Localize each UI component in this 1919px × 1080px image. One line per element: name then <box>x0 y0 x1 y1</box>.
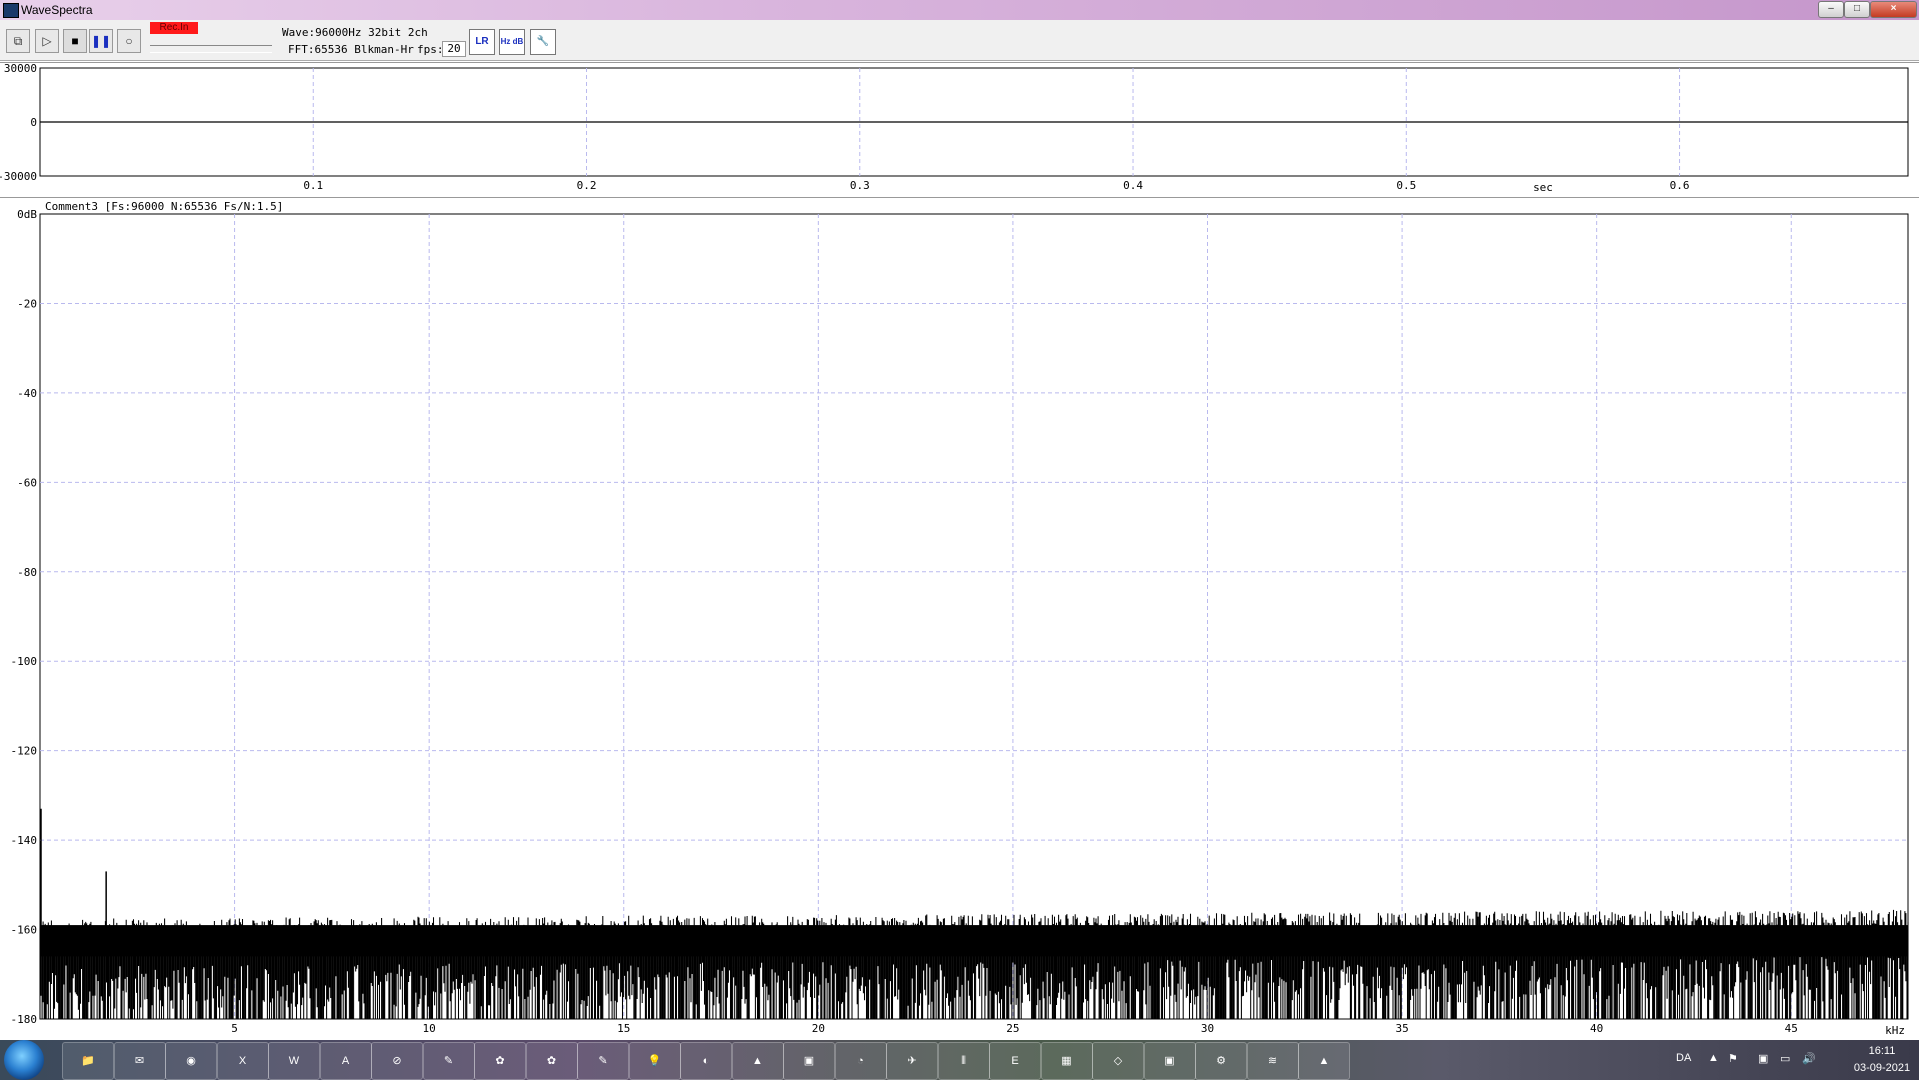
action-center-icon[interactable]: ⚑ <box>1728 1052 1738 1065</box>
waveform-chart: 0.1 0.2 0.3 0.4 0.5 0.6 30000 0 -30000 sec <box>0 64 1909 194</box>
taskbar-excel-icon[interactable]: X <box>216 1042 269 1080</box>
fft-info: FFT:65536 Blkman-Hr <box>288 43 414 56</box>
waveform-x-tick: 0.4 <box>1123 179 1143 192</box>
taskbar-app18-icon[interactable]: ⦀ <box>937 1042 990 1080</box>
title-bar: WaveSpectra – □ × <box>0 0 1919 20</box>
spectrum-y-tick: -60 <box>17 476 37 489</box>
spectrum-x-tick: 40 <box>1590 1022 1603 1035</box>
start-button[interactable] <box>4 1040 44 1080</box>
record-icon[interactable]: ○ <box>117 29 141 53</box>
waveform-y-tick: -30000 <box>0 170 37 183</box>
spectrum-y-tick: 0dB <box>17 208 37 221</box>
spectrum-y-tick: -40 <box>17 387 37 400</box>
close-button[interactable]: × <box>1870 1 1917 18</box>
spectrum-y-tick: -120 <box>11 745 38 758</box>
waveform-x-tick: 0.6 <box>1670 179 1690 192</box>
language-indicator[interactable]: DA <box>1676 1052 1691 1064</box>
pause-icon[interactable]: ❚❚ <box>89 29 113 53</box>
taskbar-app23-icon[interactable]: ⚙ <box>1195 1042 1247 1080</box>
fps-input[interactable]: 20 <box>442 41 466 57</box>
spectrum-x-tick: 20 <box>812 1022 825 1035</box>
hz-db-icon[interactable]: Hz dB <box>499 29 525 55</box>
spectrum-x-tick: 30 <box>1201 1022 1214 1035</box>
copy-icon[interactable]: ⧉ <box>6 29 30 53</box>
spectrum-plot-area <box>39 213 1909 1020</box>
taskbar-app8-icon[interactable]: ✎ <box>422 1042 475 1080</box>
minimize-button[interactable]: – <box>1818 1 1844 18</box>
waveform-y-tick: 0 <box>30 116 37 129</box>
waveform-x-tick: 0.1 <box>303 179 323 192</box>
spectrum-comment: Comment3 [Fs:96000 N:65536 Fs/N:1.5] <box>45 200 283 213</box>
taskbar-app16-icon[interactable]: ◔ <box>834 1042 887 1080</box>
spectrum-noise-band <box>40 925 1908 957</box>
taskbar-explorer-icon[interactable]: 📁 <box>62 1042 114 1080</box>
taskbar-app10-icon[interactable]: ✿ <box>525 1042 578 1080</box>
spectrum-y-tick: -80 <box>17 566 37 579</box>
taskbar-app7-icon[interactable]: ⊘ <box>371 1042 423 1080</box>
taskbar-wavespectra-icon[interactable]: ≋ <box>1246 1042 1299 1080</box>
rec-in-indicator: Rec.In <box>150 22 198 34</box>
divider <box>0 197 1919 198</box>
clock-date[interactable]: 03-09-2021 <box>1852 1062 1912 1074</box>
spectrum-x-tick: 45 <box>1785 1022 1798 1035</box>
taskbar-app22-icon[interactable]: ▣ <box>1143 1042 1196 1080</box>
taskbar-app21-icon[interactable]: ◇ <box>1092 1042 1144 1080</box>
spectrum-y-tick: -180 <box>11 1013 38 1026</box>
spectrum-y-tick: -100 <box>11 655 38 668</box>
taskbar-app19-icon[interactable]: E <box>989 1042 1041 1080</box>
waveform-x-tick: 0.3 <box>850 179 870 192</box>
spectrum-y-tick: -20 <box>17 297 37 310</box>
spectrum-x-label: kHz <box>1885 1024 1905 1037</box>
taskbar-app20-icon[interactable]: ▦ <box>1040 1042 1093 1080</box>
divider <box>0 62 1919 63</box>
wave-info: Wave:96000Hz 32bit 2ch <box>282 26 428 39</box>
waveform-y-tick: 30000 <box>4 64 37 75</box>
spectrum-x-tick: 25 <box>1006 1022 1019 1035</box>
spectrum-y-tick: -160 <box>11 924 38 937</box>
taskbar-app25-icon[interactable]: ▲ <box>1298 1042 1350 1080</box>
fps-label: fps: <box>417 43 444 56</box>
network-icon[interactable]: ▣ <box>1758 1052 1768 1065</box>
taskbar-wordpad-icon[interactable]: W <box>268 1042 320 1080</box>
app-icon <box>3 3 19 18</box>
taskbar-chrome-icon[interactable]: ◉ <box>165 1042 217 1080</box>
spectrum-y-tick: -140 <box>11 834 38 847</box>
taskbar-app13-icon[interactable]: ◐ <box>680 1042 732 1080</box>
spectrum-x-tick: 10 <box>423 1022 436 1035</box>
spectrum-x-tick: 5 <box>231 1022 238 1035</box>
waveform-x-label: sec <box>1533 181 1553 194</box>
display-icon[interactable]: ▭ <box>1780 1052 1790 1065</box>
window-title: WaveSpectra <box>21 3 93 17</box>
clock-time[interactable]: 16:11 <box>1852 1045 1912 1057</box>
taskbar-app14-icon[interactable]: ▲ <box>731 1042 784 1080</box>
spectrum-x-tick: 15 <box>617 1022 630 1035</box>
spectrum-x-tick: 35 <box>1395 1022 1408 1035</box>
taskbar-app9-icon[interactable]: ✿ <box>474 1042 526 1080</box>
level-slider[interactable] <box>150 45 272 53</box>
spectrum-chart: Comment3 [Fs:96000 N:65536 Fs/N:1.5] 0dB -… <box>11 200 1909 1037</box>
tray-expand-icon[interactable]: ▲ <box>1708 1052 1719 1064</box>
taskbar-app11-icon[interactable]: ✎ <box>577 1042 629 1080</box>
taskbar-acrobat-icon[interactable]: A <box>319 1042 372 1080</box>
taskbar-mail-icon[interactable]: ✉ <box>113 1042 166 1080</box>
wrench-icon[interactable]: 🔧 <box>530 29 556 55</box>
taskbar-app17-icon[interactable]: ✈ <box>886 1042 938 1080</box>
maximize-button[interactable]: □ <box>1844 1 1870 18</box>
lr-channel-icon[interactable]: LR <box>469 29 495 55</box>
volume-icon[interactable]: 🔊 <box>1802 1052 1816 1065</box>
waveform-x-tick: 0.2 <box>577 179 597 192</box>
taskbar-app15-icon[interactable]: ▣ <box>783 1042 835 1080</box>
waveform-x-tick: 0.5 <box>1396 179 1416 192</box>
stop-icon[interactable]: ■ <box>63 29 87 53</box>
taskbar-app12-icon[interactable]: 💡 <box>628 1042 681 1080</box>
play-icon[interactable]: ▷ <box>35 29 59 53</box>
